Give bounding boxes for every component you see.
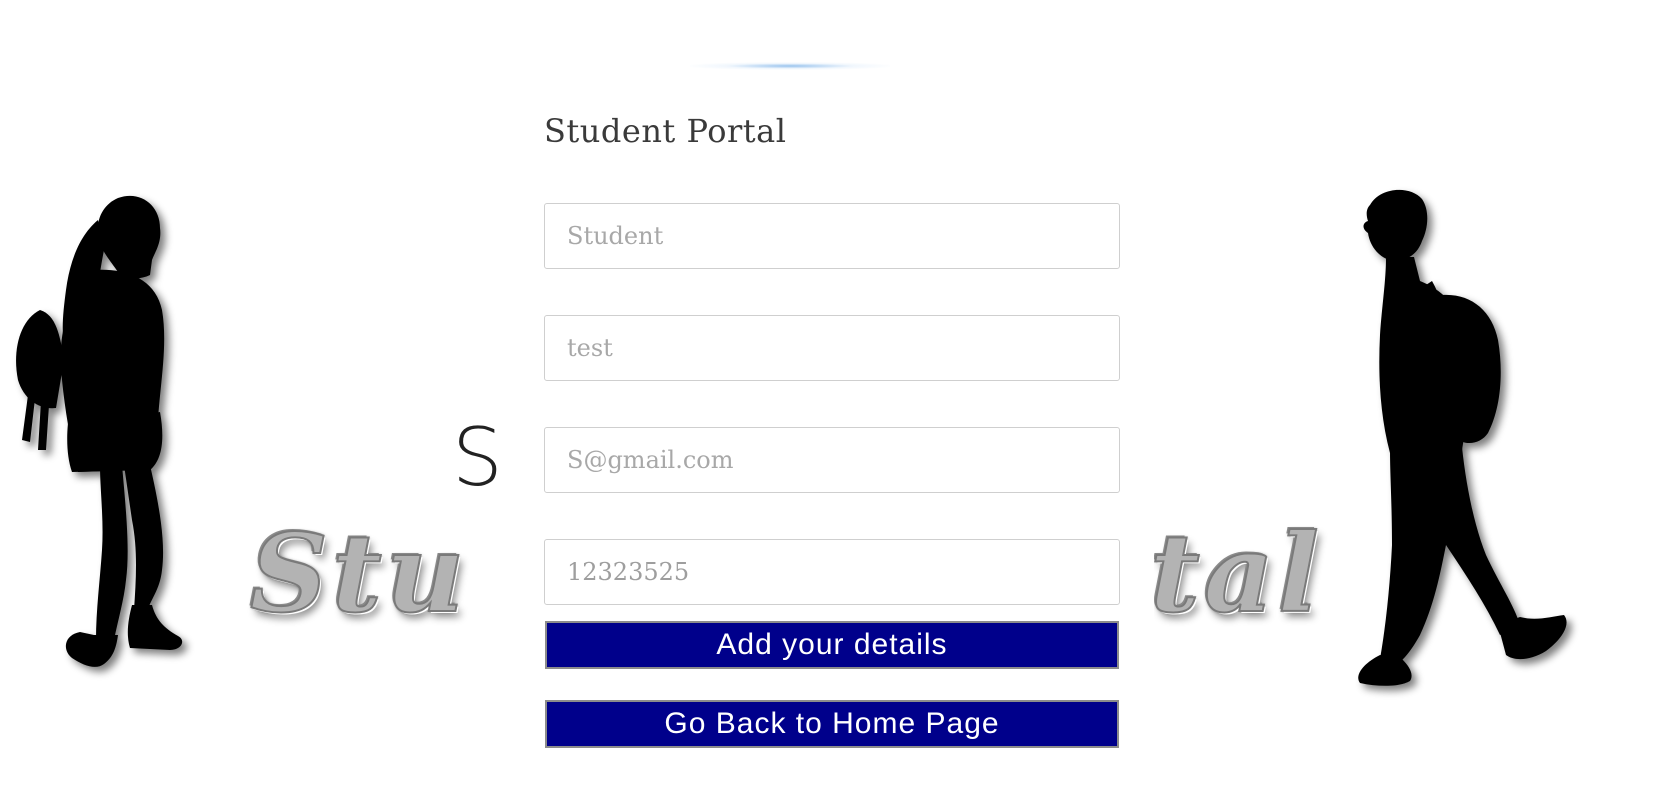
phone-field[interactable] xyxy=(544,539,1120,605)
password-field[interactable] xyxy=(544,315,1120,381)
add-details-button[interactable]: Add your details xyxy=(545,621,1119,669)
header-glow xyxy=(690,62,890,70)
banner-letter: S xyxy=(452,411,503,504)
student-name-field[interactable] xyxy=(544,203,1120,269)
page-root: S Stu tal Student Portal Add your detail… xyxy=(0,0,1666,785)
registration-form: Student Portal Add your details Go Back … xyxy=(504,70,1154,785)
banner-script-right: tal xyxy=(1149,511,1323,637)
email-field[interactable] xyxy=(544,427,1120,493)
page-title: Student Portal xyxy=(544,112,787,150)
boy-silhouette-icon xyxy=(1350,185,1630,725)
home-page-button[interactable]: Go Back to Home Page xyxy=(545,700,1119,748)
banner-script-left: Stu xyxy=(249,511,469,637)
girl-silhouette-icon xyxy=(0,180,215,700)
